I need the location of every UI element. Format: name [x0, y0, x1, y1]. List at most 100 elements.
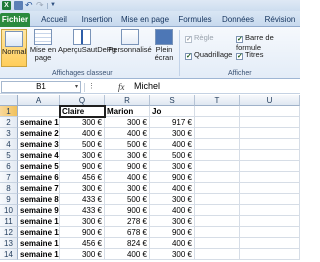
- row-header[interactable]: 7: [0, 172, 18, 183]
- cell[interactable]: 300 €: [105, 117, 150, 128]
- cell[interactable]: 456 €: [60, 238, 105, 249]
- cell[interactable]: 400 €: [105, 128, 150, 139]
- cell[interactable]: [240, 172, 300, 183]
- cell[interactable]: semaine 7: [18, 183, 60, 194]
- column-header[interactable]: S: [150, 95, 195, 106]
- custom-views-button[interactable]: Personnalisé: [108, 29, 152, 54]
- cell[interactable]: semaine 13: [18, 249, 60, 260]
- row-header[interactable]: 14: [0, 249, 18, 260]
- undo-icon[interactable]: ↶: [25, 1, 34, 10]
- cell[interactable]: [195, 249, 240, 260]
- tab-formules[interactable]: Formules: [174, 13, 216, 27]
- row-header[interactable]: 12: [0, 227, 18, 238]
- cell[interactable]: Claire: [59, 105, 106, 118]
- cell[interactable]: 278 €: [105, 216, 150, 227]
- cell[interactable]: semaine 2: [18, 128, 60, 139]
- tab-mise-en-page[interactable]: Mise en page: [120, 13, 170, 27]
- cell[interactable]: [18, 106, 60, 117]
- cell[interactable]: 500 €: [150, 150, 195, 161]
- normal-view-button[interactable]: Normal: [1, 29, 27, 67]
- cell[interactable]: 500 €: [105, 194, 150, 205]
- cell[interactable]: semaine 10: [18, 216, 60, 227]
- cell[interactable]: [240, 106, 300, 117]
- cell[interactable]: 300 €: [105, 183, 150, 194]
- cell[interactable]: Marion: [105, 106, 150, 117]
- cell[interactable]: semaine 11: [18, 227, 60, 238]
- cell[interactable]: [195, 172, 240, 183]
- cell[interactable]: 400 €: [150, 238, 195, 249]
- row-header[interactable]: 13: [0, 238, 18, 249]
- cell[interactable]: 300 €: [60, 150, 105, 161]
- cell[interactable]: [195, 139, 240, 150]
- cell[interactable]: [195, 227, 240, 238]
- cell[interactable]: [240, 183, 300, 194]
- cell[interactable]: semaine 1: [18, 117, 60, 128]
- qat-dropdown-icon[interactable]: ▼: [50, 2, 56, 8]
- cell[interactable]: semaine 8: [18, 194, 60, 205]
- row-header[interactable]: 5: [0, 150, 18, 161]
- cell[interactable]: [195, 117, 240, 128]
- cell[interactable]: [240, 227, 300, 238]
- row-header[interactable]: 2: [0, 117, 18, 128]
- column-header[interactable]: U: [240, 95, 300, 106]
- formula-input[interactable]: Michel: [132, 81, 298, 93]
- tab-accueil[interactable]: Accueil: [34, 13, 74, 27]
- cell[interactable]: [195, 161, 240, 172]
- page-break-view-button[interactable]: AperçuSautDePg: [58, 29, 116, 54]
- cell[interactable]: Jo: [150, 106, 195, 117]
- cell[interactable]: 400 €: [60, 128, 105, 139]
- headings-checkbox[interactable]: ✓ Titres: [236, 50, 263, 60]
- cell[interactable]: 500 €: [105, 139, 150, 150]
- cell[interactable]: 900 €: [60, 227, 105, 238]
- cell[interactable]: [195, 183, 240, 194]
- cell[interactable]: 433 €: [60, 194, 105, 205]
- cell[interactable]: 300 €: [150, 249, 195, 260]
- page-layout-view-button[interactable]: Mise en page: [28, 29, 58, 62]
- cell[interactable]: 900 €: [105, 205, 150, 216]
- row-header[interactable]: 3: [0, 128, 18, 139]
- cell[interactable]: 400 €: [150, 205, 195, 216]
- cell[interactable]: [195, 106, 240, 117]
- gridlines-checkbox[interactable]: ✓ Quadrillage: [185, 50, 232, 60]
- name-box[interactable]: B1 ▾: [1, 81, 81, 93]
- cell[interactable]: 300 €: [150, 194, 195, 205]
- cell[interactable]: [240, 128, 300, 139]
- cell[interactable]: 824 €: [105, 238, 150, 249]
- cell[interactable]: 300 €: [150, 161, 195, 172]
- cell[interactable]: 917 €: [150, 117, 195, 128]
- cell[interactable]: 300 €: [150, 128, 195, 139]
- column-header[interactable]: Q: [60, 95, 105, 106]
- row-header[interactable]: 10: [0, 205, 18, 216]
- cell[interactable]: semaine 6: [18, 172, 60, 183]
- cell[interactable]: 900 €: [60, 161, 105, 172]
- cell[interactable]: [195, 205, 240, 216]
- headings-checkbox-box[interactable]: ✓: [236, 53, 243, 60]
- formula-bar-resize-icon[interactable]: ⋮: [88, 82, 95, 90]
- insert-function-icon[interactable]: fx: [118, 82, 125, 92]
- cell[interactable]: 300 €: [60, 117, 105, 128]
- cell[interactable]: 400 €: [105, 249, 150, 260]
- cell[interactable]: 300 €: [105, 150, 150, 161]
- cell[interactable]: [195, 150, 240, 161]
- row-header[interactable]: 11: [0, 216, 18, 227]
- cell[interactable]: semaine 4: [18, 150, 60, 161]
- full-screen-button[interactable]: Plein écran: [152, 29, 176, 62]
- cell[interactable]: 900 €: [150, 227, 195, 238]
- cell[interactable]: [240, 249, 300, 260]
- cell[interactable]: 300 €: [60, 216, 105, 227]
- cell[interactable]: [195, 128, 240, 139]
- cell[interactable]: 456 €: [60, 172, 105, 183]
- cell[interactable]: 900 €: [150, 172, 195, 183]
- cell[interactable]: [240, 216, 300, 227]
- tab-fichier[interactable]: Fichier: [0, 13, 30, 27]
- formula-bar-checkbox-box[interactable]: ✓: [236, 36, 243, 43]
- row-header[interactable]: 9: [0, 194, 18, 205]
- cell[interactable]: [240, 161, 300, 172]
- cell[interactable]: 300 €: [150, 216, 195, 227]
- cell[interactable]: [240, 139, 300, 150]
- tab-insertion[interactable]: Insertion: [76, 13, 118, 27]
- cell[interactable]: semaine 12: [18, 238, 60, 249]
- cell[interactable]: 400 €: [105, 172, 150, 183]
- row-header[interactable]: 4: [0, 139, 18, 150]
- column-header[interactable]: R: [105, 95, 150, 106]
